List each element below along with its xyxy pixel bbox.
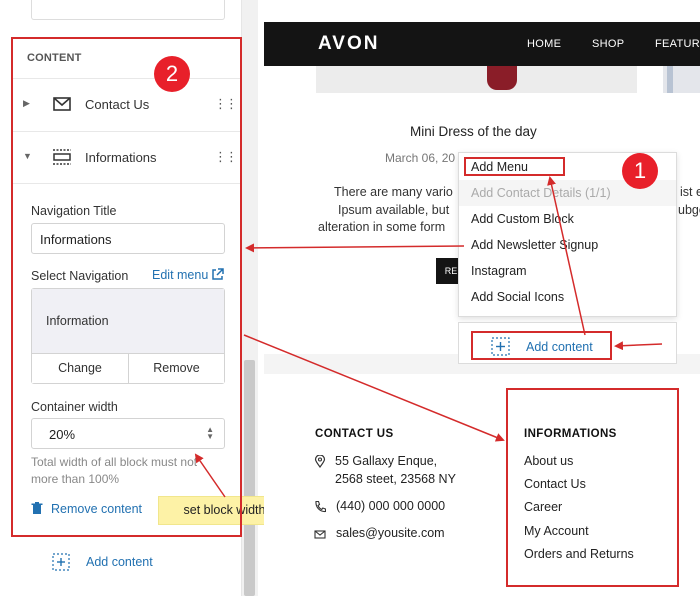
- contact-address-line1: 55 Gallaxy Enque,: [335, 454, 438, 468]
- post-image-right: [663, 66, 700, 93]
- menu-item-add-newsletter[interactable]: Add Newsletter Signup: [459, 232, 676, 258]
- menu-item-add-social-icons[interactable]: Add Social Icons: [459, 284, 676, 310]
- menu-item-instagram[interactable]: Instagram: [459, 258, 676, 284]
- post-excerpt-line: ist e: [680, 185, 700, 199]
- menu-item-add-custom-block[interactable]: Add Custom Block: [459, 206, 676, 232]
- annotation-frame-settings: [11, 37, 242, 537]
- envelope-icon: [314, 530, 326, 539]
- add-content-button[interactable]: Add content: [86, 555, 153, 569]
- post-excerpt-line: ubge: [678, 203, 700, 217]
- scrollbar-thumb[interactable]: [244, 360, 255, 596]
- contact-email[interactable]: sales@yousite.com: [336, 526, 445, 540]
- nav-home[interactable]: HOME: [527, 38, 561, 50]
- site-logo[interactable]: AVON: [318, 33, 379, 55]
- add-block-icon[interactable]: [52, 553, 70, 571]
- contact-address-line2: 2568 steet, 23568 NY: [335, 472, 456, 486]
- post-date: March 06, 20: [385, 151, 456, 165]
- nav-shop[interactable]: SHOP: [592, 38, 624, 50]
- dress-image: [487, 66, 517, 90]
- nav-features[interactable]: FEATURES: [655, 38, 700, 50]
- post-excerpt-line: alteration in some form: [318, 220, 446, 234]
- step-badge-1: 1: [622, 153, 658, 189]
- step-badge-2: 2: [154, 56, 190, 92]
- contact-phone[interactable]: (440) 000 000 0000: [336, 499, 445, 513]
- previous-field[interactable]: [31, 0, 225, 20]
- post-excerpt-line: Ipsum available, but: [338, 203, 450, 217]
- annotation-frame-add-menu: [464, 157, 565, 176]
- post-image: [316, 66, 637, 93]
- contact-heading: CONTACT US: [315, 428, 394, 440]
- phone-icon: [315, 500, 326, 513]
- location-pin-icon: [314, 455, 326, 468]
- annotation-frame-add-content: [471, 331, 612, 360]
- post-excerpt-line: There are many vario: [334, 185, 453, 199]
- post-title[interactable]: Mini Dress of the day: [410, 124, 537, 139]
- annotation-frame-informations: [506, 388, 679, 587]
